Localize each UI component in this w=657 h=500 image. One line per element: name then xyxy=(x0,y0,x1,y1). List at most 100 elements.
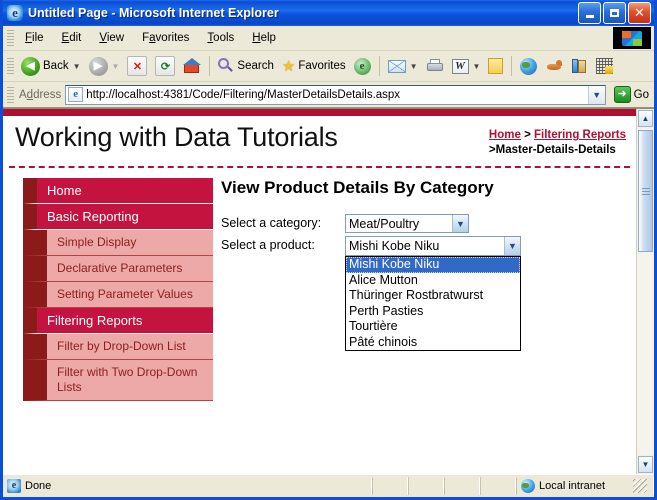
scroll-down-button[interactable]: ▼ xyxy=(638,456,653,473)
forward-button[interactable]: ▶ ▼ xyxy=(85,55,124,78)
home-button[interactable] xyxy=(179,56,205,76)
refresh-button[interactable]: ⟳ xyxy=(151,54,179,78)
internet-explorer-icon xyxy=(7,5,23,21)
favorites-button[interactable]: ★ Favorites xyxy=(278,57,350,76)
address-drag-handle[interactable] xyxy=(7,86,14,103)
chevron-down-icon[interactable]: ▼ xyxy=(452,215,468,232)
address-bar: Address http://localhost:4381/Code/Filte… xyxy=(3,82,654,108)
go-button[interactable]: ➜ Go xyxy=(611,85,652,104)
product-dropdown-list[interactable]: Mishi Kobe Niku Alice Mutton Thüringer R… xyxy=(345,256,521,351)
maximize-icon xyxy=(610,9,619,17)
minimize-button[interactable] xyxy=(578,2,601,24)
category-select[interactable]: Meat/Poultry ▼ xyxy=(345,214,469,233)
research-button[interactable] xyxy=(567,56,592,76)
status-page-icon xyxy=(7,479,21,493)
page-title: Working with Data Tutorials xyxy=(15,122,338,152)
mail-dropdown-icon[interactable]: ▼ xyxy=(410,62,418,71)
mail-icon xyxy=(387,59,406,73)
menu-item-file[interactable]: File xyxy=(17,29,52,47)
sidebar-item-basic-reporting[interactable]: Basic Reporting xyxy=(23,204,213,230)
menu-item-tools-rest: ools xyxy=(213,32,235,44)
sidebar-item-declarative-parameters[interactable]: Declarative Parameters xyxy=(23,256,213,282)
sidebar-item-filter-with-two-drop-down-lists[interactable]: Filter with Two Drop-Down Lists xyxy=(23,360,213,401)
scrollbar-track[interactable] xyxy=(637,128,654,455)
globe-icon xyxy=(520,57,538,75)
stop-icon: ✕ xyxy=(127,56,148,76)
page-viewport: Working with Data Tutorials Home > Filte… xyxy=(3,108,654,474)
category-row: Select a category: Meat/Poultry ▼ xyxy=(221,214,626,233)
menu-item-tools[interactable]: Tools xyxy=(199,29,242,47)
title-bar: Untitled Page - Microsoft Internet Explo… xyxy=(3,0,654,26)
status-message-pane: Done xyxy=(3,477,372,495)
product-select[interactable]: Mishi Kobe Niku ▼ xyxy=(345,236,521,256)
toolbar-separator xyxy=(209,56,211,76)
page-icon xyxy=(68,87,84,102)
breadcrumb-home-link[interactable]: Home xyxy=(489,129,521,141)
menu-item-view[interactable]: View xyxy=(91,29,132,47)
category-selected-value: Meat/Poultry xyxy=(349,216,420,231)
sidebar-item-home[interactable]: Home xyxy=(23,178,213,204)
status-pane-3 xyxy=(444,477,480,495)
scroll-up-button[interactable]: ▲ xyxy=(638,110,653,127)
edit-button[interactable]: W ▼ xyxy=(448,57,485,76)
status-pane-1 xyxy=(372,477,408,495)
scrollbar-grip-icon xyxy=(641,187,650,195)
breadcrumb-section-link[interactable]: Filtering Reports xyxy=(534,129,626,141)
menu-item-favorites-rest: vorites xyxy=(155,32,190,44)
stop-button[interactable]: ✕ xyxy=(123,54,151,78)
forward-arrow-icon: ▶ xyxy=(88,56,108,76)
list-item[interactable]: Mishi Kobe Niku xyxy=(346,257,520,273)
sidebar-item-setting-parameter-values[interactable]: Setting Parameter Values xyxy=(23,282,213,308)
chevron-down-icon[interactable]: ▼ xyxy=(504,237,520,255)
list-item[interactable]: Alice Mutton xyxy=(346,273,520,289)
sidebar-item-simple-display[interactable]: Simple Display xyxy=(23,230,213,256)
menu-drag-handle[interactable] xyxy=(7,30,14,46)
sidebar-item-filter-by-drop-down-list[interactable]: Filter by Drop-Down List xyxy=(23,334,213,360)
window-title: Untitled Page - Microsoft Internet Explo… xyxy=(28,6,279,20)
menu-item-favorites[interactable]: Favorites xyxy=(134,29,197,47)
msn-button[interactable] xyxy=(516,56,541,77)
media-button[interactable]: e xyxy=(350,56,375,77)
menu-item-file-rest: ile xyxy=(32,32,44,44)
menu-item-view-rest: iew xyxy=(106,32,125,44)
back-button[interactable]: ◀ Back ▼ xyxy=(17,55,85,78)
address-url-text: http://localhost:4381/Code/Filtering/Mas… xyxy=(86,88,401,101)
vertical-scrollbar[interactable]: ▲ ▼ xyxy=(636,109,654,474)
print-button[interactable] xyxy=(422,57,448,75)
mail-button[interactable]: ▼ xyxy=(384,58,422,75)
maximize-button[interactable] xyxy=(603,2,626,24)
notes-button[interactable] xyxy=(484,56,507,76)
resize-grip-icon[interactable] xyxy=(633,479,647,493)
product-selected-value: Mishi Kobe Niku xyxy=(349,239,440,253)
page-header: Working with Data Tutorials Home > Filte… xyxy=(3,116,636,162)
security-zone-pane[interactable]: Local intranet xyxy=(516,477,654,495)
search-button[interactable]: Search xyxy=(214,56,277,76)
edit-dropdown-icon[interactable]: ▼ xyxy=(473,62,481,71)
toolbar-drag-handle[interactable] xyxy=(7,58,14,74)
web-page: Working with Data Tutorials Home > Filte… xyxy=(3,109,636,474)
page-body: Home Basic Reporting Simple Display Decl… xyxy=(3,168,636,401)
address-input[interactable]: http://localhost:4381/Code/Filtering/Mas… xyxy=(65,84,606,105)
printer-icon xyxy=(426,59,444,73)
toolbar-separator-2 xyxy=(378,56,380,76)
refresh-icon: ⟳ xyxy=(155,56,176,76)
scrollbar-thumb[interactable] xyxy=(638,130,653,252)
address-dropdown-icon[interactable]: ▼ xyxy=(587,85,605,104)
list-item[interactable]: Perth Pasties xyxy=(346,304,520,320)
sidebar-item-filtering-reports[interactable]: Filtering Reports xyxy=(23,308,213,334)
media-icon: e xyxy=(353,57,371,75)
messenger-button[interactable] xyxy=(541,57,567,76)
close-button[interactable]: ✕ xyxy=(628,2,651,24)
menu-item-help[interactable]: Help xyxy=(244,29,284,47)
encarta-icon xyxy=(596,58,614,74)
encarta-button[interactable] xyxy=(592,56,617,76)
windows-logo-icon xyxy=(613,27,651,49)
list-item[interactable]: Pâté chinois xyxy=(346,335,520,351)
page-top-accent-bar xyxy=(3,109,636,116)
back-dropdown-icon[interactable]: ▼ xyxy=(73,62,81,71)
list-item[interactable]: Tourtière xyxy=(346,319,520,335)
list-item[interactable]: Thüringer Rostbratwurst xyxy=(346,288,520,304)
menu-item-edit[interactable]: Edit xyxy=(54,29,90,47)
close-icon: ✕ xyxy=(634,5,645,21)
home-icon xyxy=(183,58,202,74)
